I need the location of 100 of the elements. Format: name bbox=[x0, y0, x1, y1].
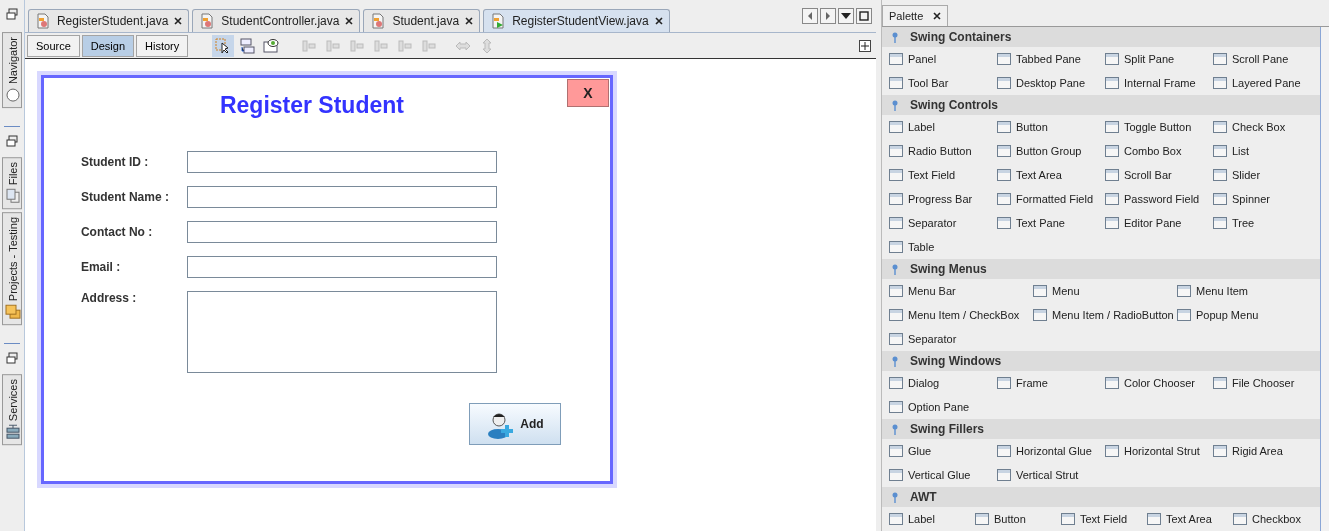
palette-category[interactable]: Swing Menus bbox=[882, 259, 1320, 279]
palette-item[interactable]: Frame bbox=[996, 371, 1104, 395]
component-icon bbox=[1212, 191, 1228, 207]
palette-item[interactable]: Table bbox=[888, 235, 996, 259]
side-tab[interactable]: Services bbox=[1, 374, 22, 446]
palette-item[interactable]: Label bbox=[888, 507, 974, 531]
view-tab[interactable]: History bbox=[136, 34, 189, 57]
pin-icon bbox=[892, 491, 898, 503]
file-tab[interactable]: StudentController.java bbox=[192, 9, 361, 32]
palette-item[interactable]: Dialog bbox=[888, 371, 996, 395]
palette-item[interactable]: Scroll Bar bbox=[1104, 163, 1212, 187]
right-arrow-icon bbox=[825, 12, 831, 20]
input-field[interactable] bbox=[186, 186, 497, 208]
component-icon bbox=[1212, 375, 1228, 391]
palette-item[interactable]: Menu bbox=[1032, 279, 1176, 303]
close-button[interactable]: X bbox=[566, 79, 609, 107]
file-tab[interactable]: Student.java bbox=[363, 9, 481, 32]
palette-category[interactable]: Swing Fillers bbox=[882, 419, 1320, 439]
palette-item[interactable]: Tool Bar bbox=[888, 71, 996, 95]
component-icon bbox=[888, 307, 904, 323]
component-icon bbox=[996, 215, 1012, 231]
component-icon bbox=[888, 399, 904, 415]
component-icon bbox=[1104, 191, 1120, 207]
selection-mode-button[interactable] bbox=[212, 34, 235, 57]
palette-item[interactable]: Text Area bbox=[1146, 507, 1232, 531]
input-field[interactable] bbox=[186, 256, 497, 278]
component-icon bbox=[888, 51, 904, 67]
palette-item[interactable]: Text Field bbox=[1060, 507, 1146, 531]
palette-item[interactable]: Checkbox bbox=[1232, 507, 1318, 531]
scroll-right-button[interactable] bbox=[820, 8, 836, 24]
palette-item[interactable]: Menu Item / CheckBox bbox=[888, 303, 1032, 327]
palette-item[interactable]: Text Pane bbox=[996, 211, 1104, 235]
palette-item[interactable]: Popup Menu bbox=[1176, 303, 1320, 327]
palette-item[interactable]: Split Pane bbox=[1104, 47, 1212, 71]
palette-category[interactable]: Swing Controls bbox=[882, 95, 1320, 115]
view-tab[interactable]: Design bbox=[81, 34, 135, 57]
palette-item[interactable]: Horizontal Strut bbox=[1104, 439, 1212, 463]
palette-item[interactable]: Button bbox=[974, 507, 1060, 531]
palette-item[interactable]: Button Group bbox=[996, 139, 1104, 163]
palette-item[interactable]: Menu Item bbox=[1176, 279, 1320, 303]
palette-item[interactable]: Progress Bar bbox=[888, 187, 996, 211]
palette-item[interactable]: Rigid Area bbox=[1212, 439, 1320, 463]
palette-category[interactable]: AWT bbox=[882, 487, 1320, 507]
view-tab[interactable]: Source bbox=[26, 34, 80, 57]
palette-item[interactable]: Button bbox=[996, 115, 1104, 139]
folders-icon bbox=[4, 304, 21, 321]
servers-icon bbox=[4, 424, 21, 441]
palette-item[interactable]: Label bbox=[888, 115, 996, 139]
palette-item[interactable]: Formatted Field bbox=[996, 187, 1104, 211]
add-button[interactable]: Add bbox=[468, 403, 561, 445]
palette-item[interactable]: Separator bbox=[888, 327, 1032, 351]
palette-item[interactable]: Tree bbox=[1212, 211, 1320, 235]
palette-item[interactable]: Option Pane bbox=[888, 395, 996, 419]
palette-item[interactable]: Color Chooser bbox=[1104, 371, 1212, 395]
palette-tab[interactable]: Palette bbox=[882, 5, 949, 26]
palette-item[interactable]: Layered Pane bbox=[1212, 71, 1320, 95]
palette-item[interactable]: Vertical Strut bbox=[996, 463, 1104, 487]
palette-item[interactable]: Vertical Glue bbox=[888, 463, 996, 487]
palette-item[interactable]: File Chooser bbox=[1212, 371, 1320, 395]
palette-item[interactable]: List bbox=[1212, 139, 1320, 163]
scroll-left-button[interactable] bbox=[802, 8, 818, 24]
palette-item[interactable]: Menu Item / RadioButton bbox=[1032, 303, 1176, 327]
component-icon bbox=[888, 191, 904, 207]
palette-item[interactable]: Desktop Pane bbox=[996, 71, 1104, 95]
palette-item[interactable]: Scroll Pane bbox=[1212, 47, 1320, 71]
palette-item[interactable]: Glue bbox=[888, 439, 996, 463]
input-field[interactable] bbox=[186, 221, 497, 243]
file-tab[interactable]: RegisterStudentView.java bbox=[483, 9, 670, 32]
side-tab[interactable]: Files bbox=[1, 157, 22, 210]
side-tab[interactable]: Projects - Testing bbox=[1, 212, 22, 326]
field-label: Student Name : bbox=[80, 190, 170, 204]
palette-item[interactable]: Internal Frame bbox=[1104, 71, 1212, 95]
dropdown-button[interactable] bbox=[838, 8, 854, 24]
palette-item[interactable]: Radio Button bbox=[888, 139, 996, 163]
palette-item[interactable]: Check Box bbox=[1212, 115, 1320, 139]
file-tab[interactable]: RegisterStudent.java bbox=[27, 9, 190, 32]
palette-item[interactable]: Tabbed Pane bbox=[996, 47, 1104, 71]
palette-category[interactable]: Swing Containers bbox=[882, 27, 1320, 47]
palette-item[interactable]: Menu Bar bbox=[888, 279, 1032, 303]
palette-item[interactable]: Slider bbox=[1212, 163, 1320, 187]
component-icon bbox=[974, 511, 990, 527]
palette-category[interactable]: Swing Windows bbox=[882, 351, 1320, 371]
palette-item[interactable]: Separator bbox=[888, 211, 996, 235]
address-field[interactable] bbox=[186, 291, 497, 373]
maximize-button[interactable] bbox=[856, 8, 872, 24]
palette-item[interactable]: Text Area bbox=[996, 163, 1104, 187]
palette-item[interactable]: Text Field bbox=[888, 163, 996, 187]
palette-item[interactable]: Password Field bbox=[1104, 187, 1212, 211]
side-tab[interactable]: Navigator bbox=[1, 32, 22, 109]
palette-item[interactable]: Editor Pane bbox=[1104, 211, 1212, 235]
close-icon bbox=[465, 17, 474, 25]
palette-item[interactable]: Horizontal Glue bbox=[996, 439, 1104, 463]
palette-item[interactable]: Toggle Button bbox=[1104, 115, 1212, 139]
palette-item[interactable]: Panel bbox=[888, 47, 996, 71]
component-icon bbox=[996, 75, 1012, 91]
input-field[interactable] bbox=[186, 151, 497, 173]
component-icon bbox=[1104, 51, 1120, 67]
component-icon bbox=[888, 375, 904, 391]
palette-item[interactable]: Combo Box bbox=[1104, 139, 1212, 163]
palette-item[interactable]: Spinner bbox=[1212, 187, 1320, 211]
